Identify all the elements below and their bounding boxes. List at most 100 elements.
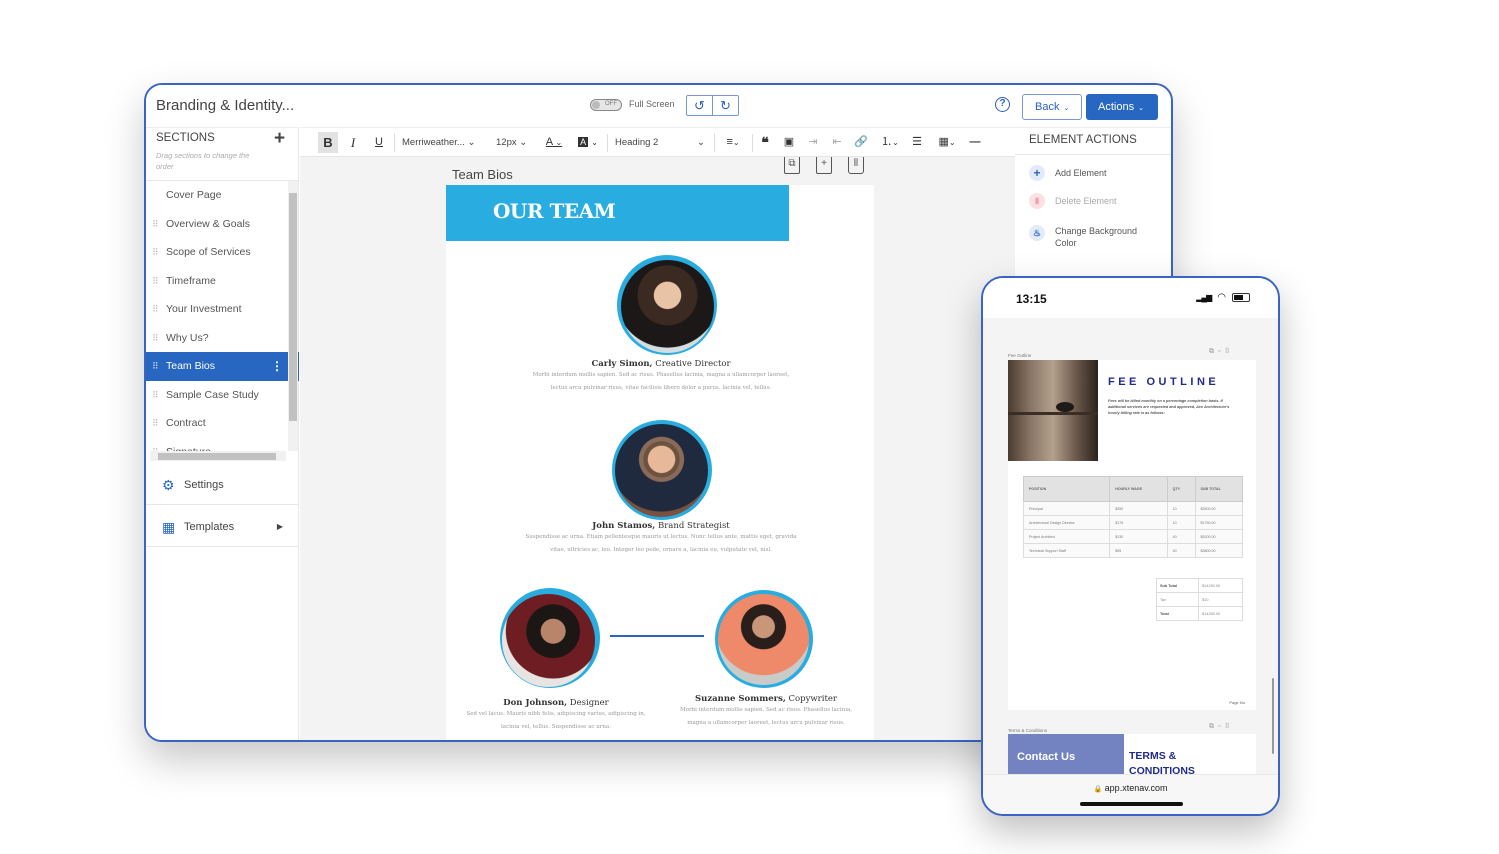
- settings-nav[interactable]: ⚙ Settings: [146, 465, 299, 505]
- templates-nav[interactable]: ▦ Templates ▶: [146, 507, 299, 547]
- sidebar-item-investment[interactable]: ⠿ Your Investment: [146, 295, 299, 324]
- member-name-line: Don Johnson, Designer: [441, 698, 671, 708]
- bold-button[interactable]: B: [318, 132, 338, 153]
- avatar[interactable]: [612, 420, 712, 520]
- drag-handle-icon[interactable]: ⠿: [152, 352, 159, 381]
- actions-label: Actions: [1098, 101, 1135, 113]
- fee-outline-card: FEE OUTLINE Fees will be billed monthly …: [1008, 360, 1256, 710]
- drag-handle-icon[interactable]: ⠿: [152, 381, 159, 410]
- sidebar-item-cover-page[interactable]: Cover Page: [146, 181, 299, 210]
- drag-handle-icon[interactable]: ⠿: [152, 238, 159, 267]
- sections-vertical-scrollbar[interactable]: [288, 181, 298, 451]
- bullet-list-icon[interactable]: ☰: [910, 132, 924, 153]
- quote-icon[interactable]: ❝: [758, 132, 772, 153]
- section-tools[interactable]: ⧉▫▯: [1209, 723, 1234, 731]
- drag-handle-icon[interactable]: ⠿: [152, 409, 159, 438]
- sidebar-item-why-us[interactable]: ⠿ Why Us?: [146, 324, 299, 353]
- horizontal-rule-icon[interactable]: —: [968, 132, 982, 153]
- table-row: Principal $350 10 $3500.00: [1022, 501, 1244, 516]
- interior-photo: [1008, 360, 1098, 461]
- sections-header: SECTIONS + Drag sections to change the o…: [146, 127, 298, 181]
- font-size-select[interactable]: 12px ⌄: [496, 132, 530, 153]
- don-photo: [502, 594, 595, 687]
- more-options-icon[interactable]: ⋮: [271, 352, 283, 381]
- italic-button[interactable]: I: [346, 132, 360, 153]
- sidebar-item-scope[interactable]: ⠿ Scope of Services: [146, 238, 299, 267]
- team-banner[interactable]: OUR TEAM: [446, 185, 789, 241]
- lamp-shape: [1056, 402, 1074, 412]
- drag-handle-icon[interactable]: ⠿: [152, 267, 159, 296]
- avatar[interactable]: [500, 588, 600, 688]
- document-page: OUR TEAM Carly Simon, Creative Director …: [446, 185, 874, 740]
- fullscreen-toggle[interactable]: OFF: [590, 99, 622, 111]
- table-icon: ▦: [938, 136, 949, 148]
- column-header: POSITION: [1022, 476, 1111, 502]
- member-role: Creative Director: [655, 359, 731, 369]
- avatar[interactable]: [715, 590, 813, 688]
- cell: Technical Support Staff: [1022, 543, 1111, 558]
- add-page-icon[interactable]: +: [816, 157, 832, 174]
- section-label: Cover Page: [166, 189, 222, 201]
- section-tools[interactable]: ⧉▫▯: [1209, 348, 1234, 356]
- text-color-button[interactable]: A ⌄: [542, 132, 566, 153]
- cell: $14260.00: [1198, 606, 1243, 621]
- actions-button[interactable]: Actions ⌄: [1086, 94, 1158, 120]
- numbered-list-icon: ⒈: [881, 136, 893, 148]
- undo-icon[interactable]: ↺: [687, 96, 713, 115]
- summary-row: Sub Total $14250.00: [1155, 578, 1243, 593]
- link-icon[interactable]: 🔗: [854, 132, 868, 153]
- scrollbar-thumb[interactable]: [289, 193, 297, 421]
- indent-icon[interactable]: ⇥: [806, 132, 820, 153]
- align-button[interactable]: ≡⌄: [720, 132, 746, 153]
- chevron-down-icon: ⌄: [732, 138, 740, 147]
- sidebar-item-team-bios[interactable]: ⠿ Team Bios ⋮: [146, 352, 299, 381]
- trash-icon[interactable]: ⦀: [848, 157, 864, 174]
- phone-preview: 13:15 ▂▄▆ ◠ Fee Outline ⧉▫▯ FEE OUTLINE …: [981, 276, 1280, 816]
- cell: $1750.00: [1194, 515, 1244, 530]
- help-icon[interactable]: ?: [995, 97, 1010, 112]
- avatar[interactable]: [617, 255, 717, 355]
- phone-scrollbar[interactable]: [1272, 678, 1274, 754]
- image-icon[interactable]: ▣: [782, 132, 796, 153]
- home-indicator[interactable]: [1080, 802, 1183, 806]
- section-label: Why Us?: [166, 331, 209, 344]
- back-button[interactable]: Back ⌄: [1022, 94, 1082, 120]
- outdent-icon[interactable]: ⇤: [830, 132, 844, 153]
- url-bar[interactable]: 🔒 app.xtenav.com: [983, 774, 1278, 814]
- font-family-select[interactable]: Merriweather... ⌄: [402, 132, 482, 153]
- team-member: Carly Simon, Creative Director Morbi int…: [486, 359, 836, 395]
- scrollbar-thumb[interactable]: [158, 453, 276, 460]
- numbered-list-button[interactable]: ⒈⌄: [878, 132, 902, 153]
- cell: $14250.00: [1198, 578, 1243, 593]
- drag-handle-icon[interactable]: ⠿: [152, 210, 159, 239]
- cell: Principal: [1022, 501, 1111, 516]
- underline-button[interactable]: U: [372, 132, 386, 153]
- chevron-down-icon: ⌄: [948, 138, 956, 147]
- sidebar-item-contract[interactable]: ⠿ Contract: [146, 409, 299, 438]
- cell: Architectural Design Director: [1022, 515, 1111, 530]
- table-row: Architectural Design Director $175 10 $1750…: [1022, 515, 1244, 530]
- document-title[interactable]: Branding & Identity...: [156, 97, 294, 114]
- fee-description: Fees will be billed monthly on a percent…: [1108, 399, 1230, 415]
- carly-photo: [621, 260, 714, 353]
- drag-handle-icon[interactable]: ⠿: [152, 295, 159, 324]
- member-name: Carly Simon,: [591, 359, 653, 369]
- duplicate-icon[interactable]: ⧉: [784, 157, 800, 174]
- section-label: Scope of Services: [166, 246, 251, 258]
- chevron-down-icon: ⌄: [555, 138, 563, 147]
- section-label: Team Bios: [166, 360, 216, 372]
- block-format-select[interactable]: Heading 2 ⌄: [615, 132, 705, 153]
- table-button[interactable]: ▦⌄: [934, 132, 960, 153]
- sections-horizontal-scrollbar[interactable]: [150, 451, 286, 461]
- sidebar-item-timeframe[interactable]: ⠿ Timeframe: [146, 267, 299, 296]
- cell: 10: [1166, 515, 1196, 530]
- cell: Total: [1155, 606, 1200, 621]
- drag-handle-icon[interactable]: ⠿: [152, 324, 159, 353]
- sidebar-item-overview[interactable]: ⠿ Overview & Goals: [146, 210, 299, 239]
- toolbar-divider: [752, 134, 753, 152]
- redo-icon[interactable]: ↻: [713, 96, 738, 115]
- add-section-icon[interactable]: +: [274, 128, 285, 150]
- sidebar-item-case-study[interactable]: ⠿ Sample Case Study: [146, 381, 299, 410]
- highlight-color-button[interactable]: A ⌄: [575, 132, 601, 153]
- top-bar: Branding & Identity... OFF Full Screen ↺…: [146, 85, 1171, 127]
